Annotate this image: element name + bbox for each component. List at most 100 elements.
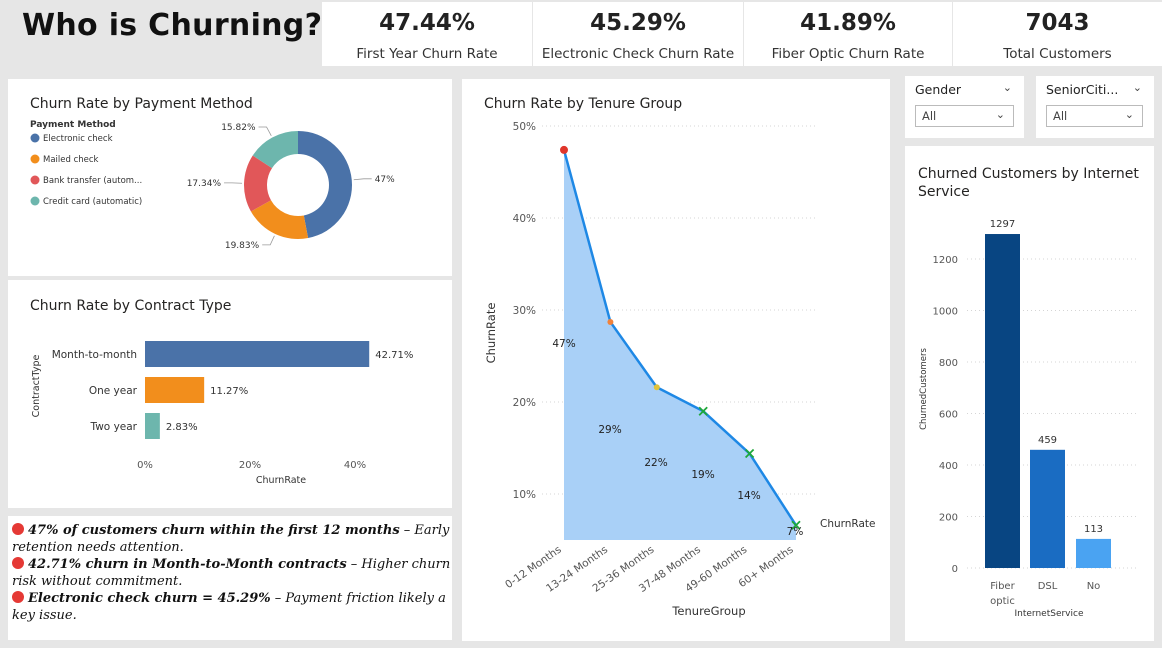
kpi-label: Fiber Optic Churn Rate <box>771 46 925 62</box>
internet-y-tick: 800 <box>939 358 958 369</box>
internet-chart-title-line2: Service <box>918 184 970 200</box>
contract-x-tick: 40% <box>344 460 366 471</box>
kpi-card-electronic-check: 45.29% Electronic Check Churn Rate <box>533 2 743 66</box>
kpi-value: 45.29% <box>590 10 686 36</box>
kpi-value: 47.44% <box>379 10 475 36</box>
contract-category-label: Month-to-month <box>52 349 137 361</box>
internet-y-axis-label: ChurnedCustomers <box>919 348 929 430</box>
senior-dropdown[interactable]: All ⌄ <box>1046 105 1143 127</box>
contract-bar-chart: ContractType ChurnRate Month-to-month 42.… <box>31 341 413 486</box>
kpi-label: First Year Churn Rate <box>356 46 498 62</box>
tenure-point <box>560 145 568 154</box>
internet-y-tick: 1200 <box>933 255 958 266</box>
senior-citizen-slicer[interactable]: SeniorCiti... ⌄ All ⌄ <box>1036 76 1154 138</box>
contract-category-label: One year <box>89 385 138 397</box>
gender-dropdown[interactable]: All ⌄ <box>915 105 1014 127</box>
pie-data-label: 47% <box>375 175 395 185</box>
contract-data-label: 2.83% <box>166 422 198 433</box>
tenure-point <box>607 318 614 325</box>
internet-x-axis-label: InternetService <box>1015 609 1084 619</box>
kpi-card-fiber-optic: 41.89% Fiber Optic Churn Rate <box>744 2 952 66</box>
internet-y-tick: 1000 <box>933 307 958 318</box>
senior-slicer-label: SeniorCiti... <box>1046 82 1119 97</box>
legend-marker <box>30 196 40 206</box>
kpi-label: Total Customers <box>1003 46 1112 62</box>
internet-chart-title-line1: Churned Customers by Internet <box>918 166 1139 182</box>
insight-item: 47% of customers churn within the first … <box>12 522 452 556</box>
contract-bar <box>145 377 205 403</box>
tenure-y-tick: 30% <box>513 305 536 317</box>
legend-label: Bank transfer (autom... <box>43 176 142 186</box>
page-title: Who is Churning? <box>22 8 323 43</box>
tenure-area <box>564 149 796 541</box>
contract-bar <box>145 413 160 439</box>
insight-bold: 42.71% churn in Month-to-Month contracts <box>28 557 347 572</box>
tenure-series-label: ChurnRate <box>820 518 876 530</box>
tenure-point <box>653 384 660 391</box>
insight-item: 42.71% churn in Month-to-Month contracts… <box>12 556 452 590</box>
pie-slice <box>298 131 352 239</box>
kpi-label: Electronic Check Churn Rate <box>541 46 735 62</box>
contract-data-label: 42.71% <box>375 350 413 361</box>
leader-line <box>353 178 372 181</box>
tenure-data-label: 22% <box>644 457 667 469</box>
leader-line <box>262 235 275 246</box>
gender-dropdown-value: All <box>922 109 937 123</box>
legend-marker <box>30 133 40 143</box>
internet-service-card: Churned Customers by Internet Service Ch… <box>905 146 1154 641</box>
internet-y-tick: 200 <box>939 513 958 524</box>
contract-category-label: Two year <box>90 421 138 433</box>
senior-dropdown-value: All <box>1053 109 1068 123</box>
insight-bold: 47% of customers churn within the first … <box>28 523 400 538</box>
kpi-value: 7043 <box>1025 10 1090 36</box>
internet-y-tick: 400 <box>939 461 958 472</box>
tenure-y-axis-label: ChurnRate <box>484 303 498 364</box>
kpi-card-first-year: 47.44% First Year Churn Rate <box>322 2 532 66</box>
tenure-y-tick: 40% <box>513 213 536 225</box>
kpi-card-total-customers: 7043 Total Customers <box>953 2 1162 66</box>
tenure-x-axis-label: TenureGroup <box>671 604 745 618</box>
internet-y-tick: 600 <box>939 410 958 421</box>
tenure-data-label: 14% <box>737 490 760 502</box>
tenure-data-label: 7% <box>787 526 804 538</box>
internet-bar <box>1076 538 1111 568</box>
internet-bar-chart: Churned Customers by Internet Service Ch… <box>918 166 1139 619</box>
gender-slicer[interactable]: Gender ⌄ All ⌄ <box>905 76 1024 138</box>
legend-label: Mailed check <box>43 155 99 165</box>
legend-marker <box>30 175 40 185</box>
contract-y-axis-label: ContractType <box>31 355 42 418</box>
legend-label: Electronic check <box>43 134 113 144</box>
chevron-down-icon: ⌄ <box>1124 108 1134 121</box>
title-tile: Who is Churning? <box>0 0 322 66</box>
tenure-data-label: 19% <box>691 469 714 481</box>
pie-data-label: 15.82% <box>221 123 256 133</box>
insight-item: Electronic check churn = 45.29% – Paymen… <box>12 590 452 624</box>
pie-data-label: 19.83% <box>225 241 260 251</box>
internet-x-tick: Fiber <box>990 581 1015 592</box>
tenure-data-label: 47% <box>552 338 575 350</box>
red-dot-icon <box>12 557 24 569</box>
contract-type-card: Churn Rate by Contract Type ContractType… <box>8 280 452 508</box>
contract-data-label: 11.27% <box>210 386 248 397</box>
payment-donut-chart: Payment Method Electronic check Mailed ch… <box>30 120 395 251</box>
tenure-y-tick: 50% <box>513 121 536 133</box>
tenure-y-tick: 10% <box>513 489 536 501</box>
gender-slicer-label: Gender <box>915 82 962 97</box>
payment-method-card: Churn Rate by Payment Method Payment Met… <box>8 79 452 276</box>
tenure-group-card: Churn Rate by Tenure Group ChurnRate Ten… <box>462 79 890 641</box>
contract-x-axis-label: ChurnRate <box>256 475 306 486</box>
internet-x-tick: No <box>1087 581 1101 592</box>
payment-legend-title: Payment Method <box>30 120 116 130</box>
internet-x-tick: DSL <box>1038 581 1058 592</box>
red-dot-icon <box>12 523 24 535</box>
chevron-down-icon[interactable]: ⌄ <box>1133 81 1142 94</box>
contract-x-tick: 0% <box>137 460 153 471</box>
tenure-y-tick: 20% <box>513 397 536 409</box>
insight-bold: Electronic check churn = 45.29% <box>28 591 271 606</box>
insights-card: 47% of customers churn within the first … <box>8 516 452 640</box>
internet-bar <box>1030 449 1065 568</box>
chevron-down-icon[interactable]: ⌄ <box>1003 81 1012 94</box>
internet-x-tick: optic <box>990 596 1015 607</box>
contract-bar <box>145 341 370 367</box>
pie-data-label: 17.34% <box>187 179 222 189</box>
